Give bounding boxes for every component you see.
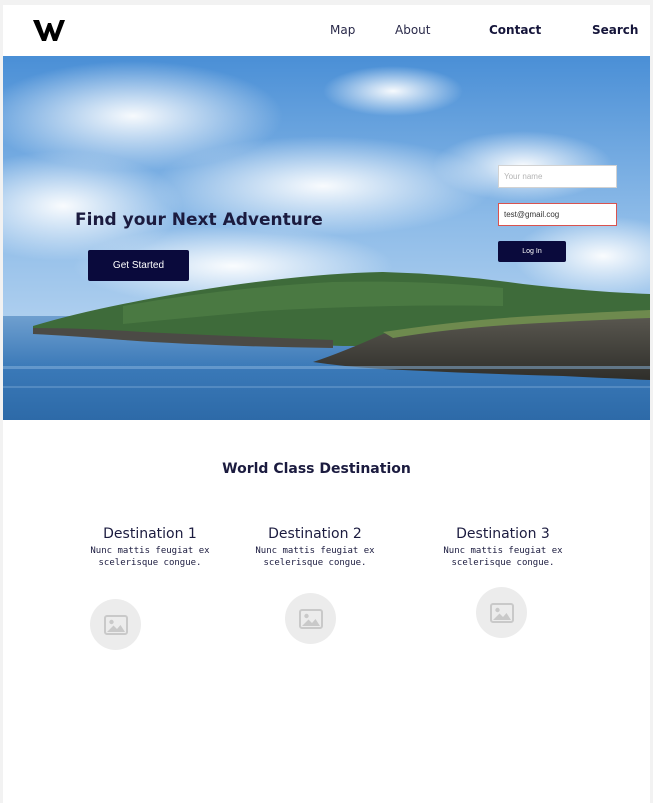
nav-about-link[interactable]: About [395,23,430,37]
w-logo-icon[interactable] [32,17,66,43]
destination-description: Nunc mattis feugiat ex scelerisque congu… [90,546,210,568]
section-title: World Class Destination [222,461,411,477]
destination-card: Destination 3 Nunc mattis feugiat ex sce… [438,526,568,569]
destination-card: Destination 2 Nunc mattis feugiat ex sce… [250,526,380,569]
hero-title: Find your Next Adventure [75,210,323,230]
destination-title: Destination 2 [268,526,362,542]
image-placeholder [285,593,336,644]
destination-description: Nunc mattis feugiat ex scelerisque congu… [443,546,563,568]
destination-description: Nunc mattis feugiat ex scelerisque congu… [255,546,375,568]
nav-search-link[interactable]: Search [592,23,638,37]
name-input[interactable] [498,165,617,188]
nav-contact-link[interactable]: Contact [489,23,541,37]
email-input[interactable] [498,203,617,226]
destination-title: Destination 1 [103,526,197,542]
nav-map-link[interactable]: Map [330,23,355,37]
destination-title: Destination 3 [456,526,550,542]
image-placeholder [90,599,141,650]
image-icon [298,608,323,629]
page: Map About Contact Search Find your Next … [3,5,650,803]
destination-card: Destination 1 Nunc mattis feugiat ex sce… [85,526,215,569]
image-icon [103,614,128,635]
image-placeholder [476,587,527,638]
login-button[interactable]: Log In [498,241,566,262]
hero-banner: Find your Next Adventure Get Started Log… [3,56,650,420]
get-started-button[interactable]: Get Started [88,250,189,281]
hero-background-image [3,56,650,420]
image-icon [489,602,514,623]
header: Map About Contact Search [3,5,650,56]
